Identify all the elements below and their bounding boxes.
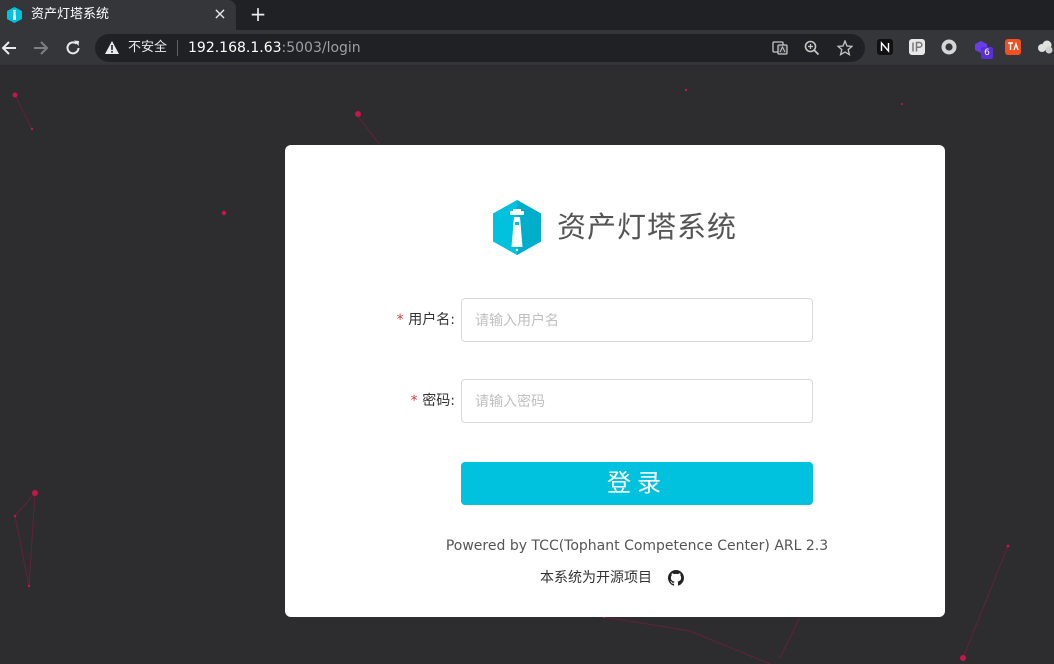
- new-tab-button[interactable]: +: [248, 4, 268, 24]
- login-button[interactable]: 登录: [461, 462, 813, 505]
- back-arrow-icon[interactable]: [0, 38, 20, 58]
- github-icon[interactable]: [668, 570, 684, 586]
- powered-by-text: Powered by TCC(Tophant Competence Center…: [445, 538, 829, 554]
- security-label[interactable]: 不安全: [128, 40, 167, 56]
- address-separator: [177, 40, 178, 56]
- tab-close-button[interactable]: ×: [211, 5, 229, 23]
- username-input[interactable]: [461, 298, 813, 342]
- login-card: 资产灯塔系统 *用户名: *密码: 登录 Powered by TCC(Toph…: [285, 145, 945, 617]
- extension-cloud-icon[interactable]: [1036, 39, 1054, 55]
- lighthouse-icon: [7, 7, 22, 23]
- browser-tab-bar: 资产灯塔系统 × +: [0, 0, 1054, 30]
- password-label-wrap: * 密码:: [410, 392, 455, 410]
- zoom-icon[interactable]: [804, 40, 820, 56]
- extension-ip-icon[interactable]: [909, 39, 925, 55]
- address-bar[interactable]: 不安全 192.168.1.63:5003/login: [95, 34, 865, 62]
- browser-tab[interactable]: 资产灯塔系统 ×: [0, 0, 236, 30]
- username-row: * 用户名:: [285, 298, 945, 342]
- forward-arrow-icon[interactable]: [31, 38, 51, 58]
- extension-notion-icon[interactable]: [877, 39, 893, 55]
- required-mark: *: [395, 312, 405, 328]
- url-host: 192.168.1.63: [188, 40, 282, 56]
- warning-icon[interactable]: [105, 41, 119, 54]
- username-label: 用户名:: [408, 312, 455, 328]
- password-row: * 密码:: [285, 379, 945, 423]
- bookmark-star-icon[interactable]: [837, 40, 853, 56]
- url-path: :5003/login: [281, 40, 361, 56]
- required-mark: *: [409, 393, 419, 409]
- extension-translate-icon[interactable]: [1005, 39, 1021, 55]
- password-label: 密码:: [422, 393, 455, 409]
- username-label-wrap: * 用户名:: [396, 311, 455, 329]
- url-text[interactable]: 192.168.1.63:5003/login: [188, 40, 361, 56]
- extension-circle-icon[interactable]: [941, 39, 957, 55]
- browser-toolbar: 不安全 192.168.1.63:5003/login 6: [0, 30, 1054, 66]
- open-source-note: 本系统为开源项目: [540, 570, 652, 586]
- extension-badge-icon[interactable]: 6: [973, 39, 995, 59]
- tab-title: 资产灯塔系统: [31, 7, 110, 22]
- reload-icon[interactable]: [63, 38, 83, 58]
- translate-icon[interactable]: [772, 40, 788, 56]
- lighthouse-logo-icon: [493, 200, 541, 255]
- extension-count-badge: 6: [981, 47, 993, 59]
- password-input[interactable]: [461, 379, 813, 423]
- brand-title: 资产灯塔系统: [557, 210, 738, 244]
